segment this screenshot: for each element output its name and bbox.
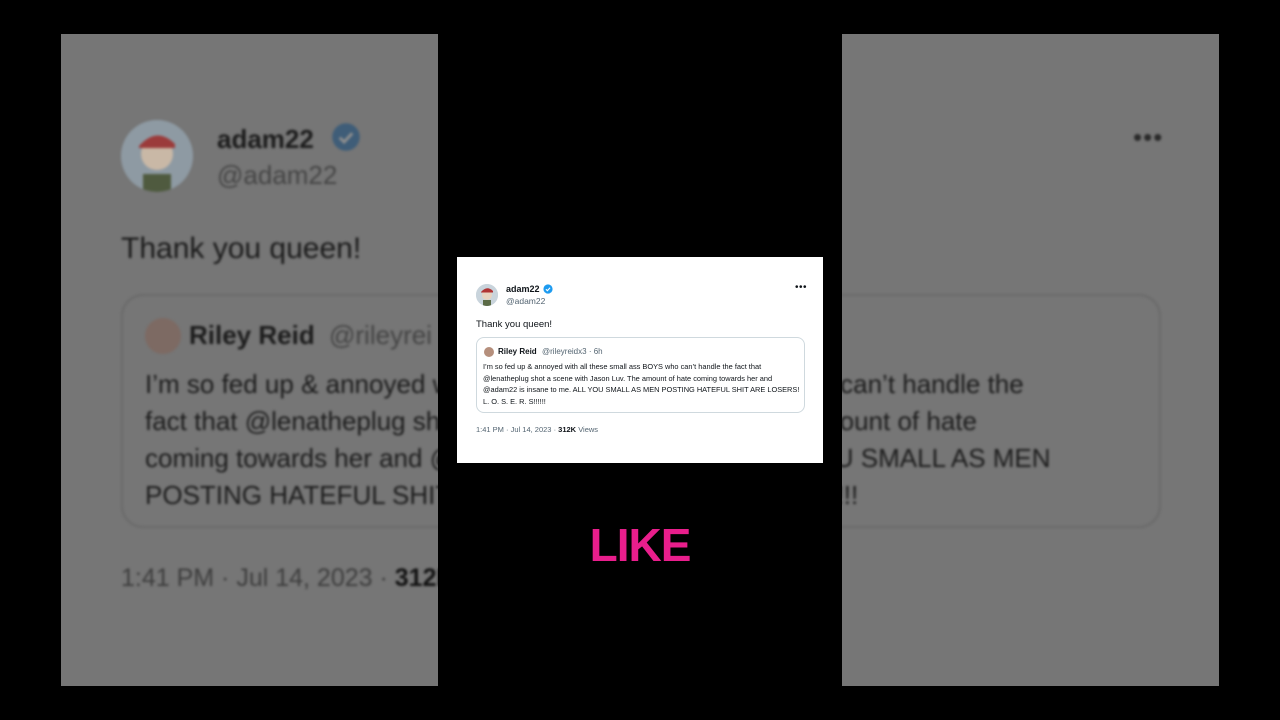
background-quoted-handle: @rileyrei	[329, 320, 432, 350]
overlay-caption: LIKE	[589, 519, 692, 571]
tweet-text: Thank you queen!	[476, 319, 553, 330]
quoted-handle: @rileyreidx3	[542, 347, 587, 356]
verified-badge-icon	[543, 284, 553, 294]
quoted-tweet-card[interactable]: Riley Reid @rileyreidx3 · 6h I’m so fed …	[476, 337, 805, 413]
display-name[interactable]: adam22	[506, 284, 540, 294]
background-handle: @adam22	[217, 160, 338, 190]
tweet-card: adam22 @adam22 ••• Thank you queen! Rile…	[457, 257, 823, 463]
background-tweet-text: Thank you queen!	[121, 232, 362, 265]
background-avatar	[121, 120, 193, 192]
quoted-age: · 6h	[588, 347, 603, 356]
quoted-tweet-text: I’m so fed up & annoyed with all these s…	[483, 362, 800, 406]
views-count: 312K	[558, 425, 577, 434]
background-display-name: adam22	[217, 124, 314, 154]
background-quoted-name: Riley Reid	[189, 320, 315, 350]
avatar[interactable]	[476, 284, 498, 306]
quoted-display-name: Riley Reid	[498, 347, 537, 356]
quoted-handle-and-age: @rileyreidx3 · 6h	[542, 347, 603, 356]
background-verified-icon	[332, 123, 360, 151]
meta-separator: ·	[503, 425, 511, 434]
views-label: Views	[578, 425, 599, 434]
background-more-icon: •••	[1133, 122, 1164, 152]
tweet-date[interactable]: Jul 14, 2023	[511, 425, 552, 434]
handle[interactable]: @adam22	[506, 296, 545, 306]
quoted-avatar	[484, 347, 494, 357]
background-quoted-avatar	[145, 318, 181, 354]
tweet-time[interactable]: 1:41 PM	[476, 425, 504, 434]
more-options-icon[interactable]: •••	[795, 282, 807, 293]
tweet-meta: 1:41 PM · Jul 14, 2023 · 312K Views	[476, 425, 598, 434]
